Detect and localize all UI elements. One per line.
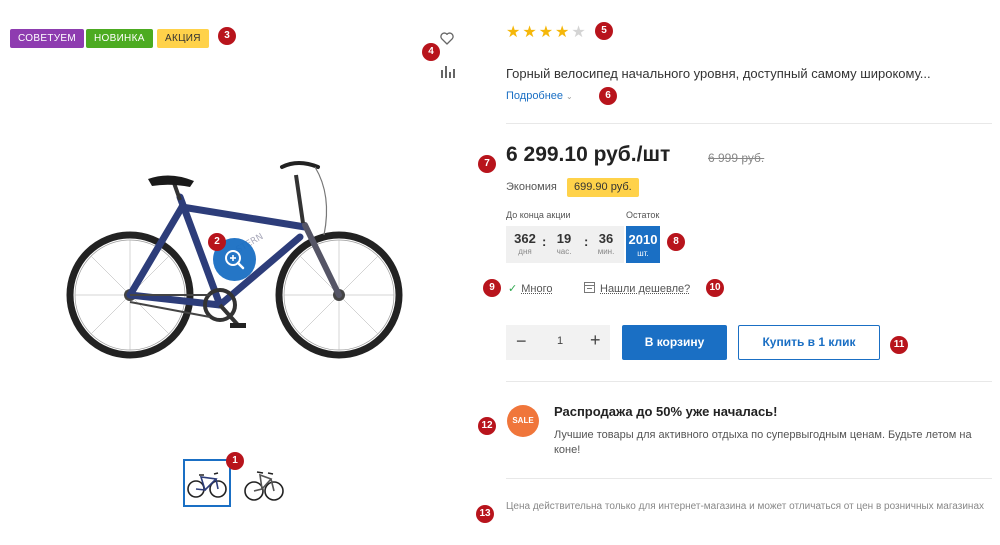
availability-label: Много — [521, 283, 553, 295]
divider — [506, 123, 992, 124]
economy-value: 699.90 руб. — [567, 178, 639, 197]
badge-sale: Акция — [157, 29, 209, 48]
stock-counter: 2010 шт. — [626, 226, 660, 263]
annotation-marker: 11 — [890, 336, 908, 354]
checkmark-icon: ✓ — [508, 283, 518, 295]
rating-stars[interactable]: ★ ★ ★ ★ ★ — [506, 25, 586, 41]
badge-recommended: Советуем — [10, 29, 84, 48]
annotation-marker: 4 — [422, 43, 440, 61]
star-icon: ★ — [522, 24, 537, 41]
star-icon: ★ — [506, 24, 521, 41]
more-link[interactable]: Подробнее ⌄ — [506, 90, 573, 102]
price-tag-icon — [584, 282, 595, 293]
timer-minutes-unit: мин. — [597, 247, 615, 256]
promo-text: Лучшие товары для активного отдыха по су… — [554, 429, 972, 456]
quantity-stepper[interactable]: − 1 + — [506, 325, 610, 360]
chevron-down-icon: ⌄ — [566, 92, 573, 101]
price-disclaimer: Цена действительна только для интернет-м… — [506, 501, 985, 512]
buy-one-click-button[interactable]: Купить в 1 клик — [738, 325, 880, 360]
bicycle-thumbnail-icon — [244, 471, 284, 501]
timer-hours: 19 — [556, 231, 572, 246]
annotation-marker: 5 — [595, 22, 613, 40]
annotation-marker: 1 — [226, 452, 244, 470]
countdown-timer: 362 дня : 19 час. : 36 мин. — [506, 226, 624, 263]
compare-button[interactable] — [439, 63, 455, 79]
annotation-marker: 2 — [208, 233, 226, 251]
annotation-marker: 6 — [599, 87, 617, 105]
annotation-marker: 7 — [478, 155, 496, 173]
stock-value: 2010 — [628, 232, 658, 247]
divider — [506, 381, 992, 382]
timer-minutes: 36 — [598, 231, 614, 246]
add-to-cart-button[interactable]: В корзину — [622, 325, 727, 360]
quantity-value[interactable]: 1 — [556, 335, 564, 347]
annotation-marker: 10 — [706, 279, 724, 297]
plus-button[interactable]: + — [590, 330, 601, 351]
old-price: 6 999 руб. — [708, 151, 765, 165]
timer-days: 362 — [514, 231, 536, 246]
sale-icon: SALE — [507, 405, 539, 437]
star-empty-icon: ★ — [571, 24, 586, 41]
timer-days-unit: дня — [518, 247, 532, 256]
heart-icon — [440, 32, 454, 45]
timer-hours-unit: час. — [556, 247, 572, 256]
promo-title: Распродажа до 50% уже началась! — [554, 404, 778, 419]
bicycle-thumbnail-icon — [187, 472, 227, 498]
star-icon: ★ — [555, 24, 570, 41]
thumbnail-1[interactable] — [183, 459, 231, 507]
current-price: 6 299.10 руб./шт — [506, 143, 671, 166]
divider — [506, 478, 992, 479]
annotation-marker: 13 — [476, 505, 494, 523]
found-cheaper-label: Нашли дешевле? — [600, 283, 691, 295]
annotation-marker: 12 — [478, 417, 496, 435]
availability[interactable]: ✓ Много — [508, 282, 552, 295]
economy-label: Экономия — [506, 181, 557, 193]
favorite-button[interactable] — [439, 30, 455, 46]
star-icon: ★ — [538, 24, 554, 41]
found-cheaper-link[interactable]: Нашли дешевле? — [584, 282, 690, 295]
more-link-label: Подробнее — [506, 90, 564, 102]
annotation-marker: 3 — [218, 27, 236, 45]
timer-separator: : — [542, 234, 547, 249]
badge-new: Новинка — [86, 29, 153, 48]
stock-unit: шт. — [637, 249, 649, 258]
stock-label: Остаток — [626, 210, 660, 220]
bar-chart-icon — [441, 66, 455, 78]
minus-button[interactable]: − — [516, 331, 527, 352]
timer-separator: : — [584, 234, 589, 249]
annotation-marker: 9 — [483, 279, 501, 297]
timer-label: До конца акции — [506, 210, 571, 220]
thumbnail-2[interactable] — [240, 459, 288, 507]
annotation-marker: 8 — [667, 233, 685, 251]
product-description: Горный велосипед начального уровня, дост… — [506, 66, 931, 81]
